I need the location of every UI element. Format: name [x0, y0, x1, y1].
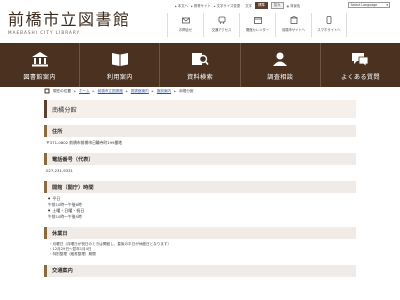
breadcrumb-separator-icon: ▶ [125, 90, 128, 93]
nav-faq[interactable]: よくある質問 [321, 43, 400, 87]
quick-link-label: 交通アクセス [211, 27, 232, 32]
section-heading: 交通案内 [44, 264, 356, 277]
nav-label: 図書館案内 [23, 73, 56, 81]
skip-to-content-link[interactable]: 本文へ [175, 3, 188, 8]
breadcrumb-link-facility[interactable]: 施設案内 [157, 89, 171, 94]
library-building-icon [31, 50, 49, 68]
section-heading: 開館（開庁）時間 [44, 181, 356, 193]
logo-subtitle: MAEBASHI CITY LIBRARY [8, 30, 81, 35]
font-size-label: 文字 [245, 4, 253, 8]
breadcrumb-separator-icon: ▶ [174, 90, 177, 93]
quick-links: お問合せ 交通アクセス 開館カレンダー 前橋市サイトへ スマホサイトへ [167, 13, 347, 37]
access-icon [218, 16, 226, 24]
background-color-link[interactable]: 背景色 [287, 3, 300, 8]
quick-link-label: 開館カレンダー [245, 27, 270, 32]
main-content: 南橘分館 住所 〒371-0802 前橋市前橋市日輪寺町199番地 電話番号（代… [44, 100, 356, 277]
nav-reference[interactable]: 調査相談 [241, 43, 321, 87]
weekend-hours: 午前10時～午後5時 [48, 214, 82, 219]
consultation-icon [271, 50, 289, 68]
transport-section: 交通案内 [44, 264, 356, 277]
global-nav: 図書館案内 利用案内 資料検索 調査相談 よくある質問 [0, 43, 400, 87]
mail-icon [181, 16, 190, 24]
breadcrumb-label: 現在の位置 [53, 89, 71, 93]
address-text: 〒371-0802 前橋市前橋市日輪寺町199番地 [46, 140, 123, 145]
closed-days-section: 休業日 月曜日（月曜日が祝日のときは開館し、直後の平日が休館日となります） 12… [44, 227, 356, 258]
city-icon [289, 16, 298, 24]
mobile-site-link[interactable]: 携帯サイト [191, 3, 211, 8]
breadcrumb-link-library[interactable]: 前橋市立図書館 [98, 89, 123, 94]
list-item: 特別整理（蔵書整理）期間 [49, 252, 356, 257]
nav-label: よくある質問 [340, 73, 380, 81]
section-heading: 電話番号（代表） [44, 153, 356, 165]
quick-link-smartphone[interactable]: スマホサイトへ [311, 13, 347, 37]
nav-label: 利用案内 [106, 73, 133, 81]
nav-library-guide[interactable]: 図書館案内 [0, 43, 81, 87]
breadcrumb-link-home[interactable]: ホーム [79, 89, 90, 94]
font-size-change-link[interactable]: 文字サイズ変更 [214, 3, 241, 8]
phone-section: 電話番号（代表） 027-231-9331 [44, 153, 356, 174]
address-section: 住所 〒371-0802 前橋市前橋市日輪寺町199番地 [44, 125, 356, 146]
book-search-icon [191, 50, 209, 68]
phone-number: 027-231-9331 [46, 168, 73, 173]
breadcrumb: 現在の位置 ▶ ホーム ▶ 前橋市立図書館 ▶ 図書館案内 ▶ 施設案内 ▶ 南… [44, 88, 194, 95]
quick-link-city-site[interactable]: 前橋市サイトへ [275, 13, 311, 37]
book-icon [111, 50, 129, 68]
logo-title: 前橋市立図書館 [8, 10, 131, 29]
quick-link-contact[interactable]: お問合せ [167, 13, 203, 37]
quick-link-calendar[interactable]: 開館カレンダー [239, 13, 275, 37]
quick-link-access[interactable]: 交通アクセス [203, 13, 239, 37]
breadcrumb-separator-icon: ▶ [73, 90, 76, 93]
nav-label: 資料検索 [187, 73, 213, 81]
breadcrumb-current: 南橘分館 [179, 89, 194, 93]
closed-days-list: 月曜日（月曜日が祝日のときは開館し、直後の平日が休館日となります） 12月29日… [44, 239, 356, 258]
language-select[interactable]: Select Language [348, 2, 390, 8]
hours-body: 平日 午前10時～午後6時 土曜・日曜・祝日 午前10時～午後5時 [44, 193, 356, 220]
site-logo[interactable]: 前橋市立図書館 MAEBASHI CITY LIBRARY [8, 10, 131, 36]
page-title: 南橘分館 [44, 100, 356, 118]
section-heading: 住所 [44, 125, 356, 137]
breadcrumb-separator-icon: ▶ [151, 90, 154, 93]
section-heading: 休業日 [44, 227, 356, 239]
breadcrumb-marker-icon [44, 88, 50, 95]
nav-catalog-search[interactable]: 資料検索 [160, 43, 241, 87]
breadcrumb-separator-icon: ▶ [92, 90, 95, 93]
nav-label: 調査相談 [267, 73, 294, 81]
faq-icon [351, 50, 369, 68]
utility-bar: 本文へ 携帯サイト 文字サイズ変更 文字 標準 拡大 背景色 [175, 2, 300, 9]
font-size-large-button[interactable]: 拡大 [270, 2, 284, 9]
breadcrumb-link-guide[interactable]: 図書館案内 [131, 89, 149, 94]
nav-usage-guide[interactable]: 利用案内 [80, 43, 161, 87]
font-size-standard-button[interactable]: 標準 [255, 2, 268, 9]
calendar-icon [253, 16, 262, 24]
hours-section: 開館（開庁）時間 平日 午前10時～午後6時 土曜・日曜・祝日 午前10時～午後… [44, 181, 356, 220]
quick-link-label: お問合せ [178, 27, 193, 32]
quick-link-label: 前橋市サイトへ [281, 27, 306, 32]
quick-link-label: スマホサイトへ [317, 27, 341, 32]
smartphone-icon [325, 16, 333, 24]
